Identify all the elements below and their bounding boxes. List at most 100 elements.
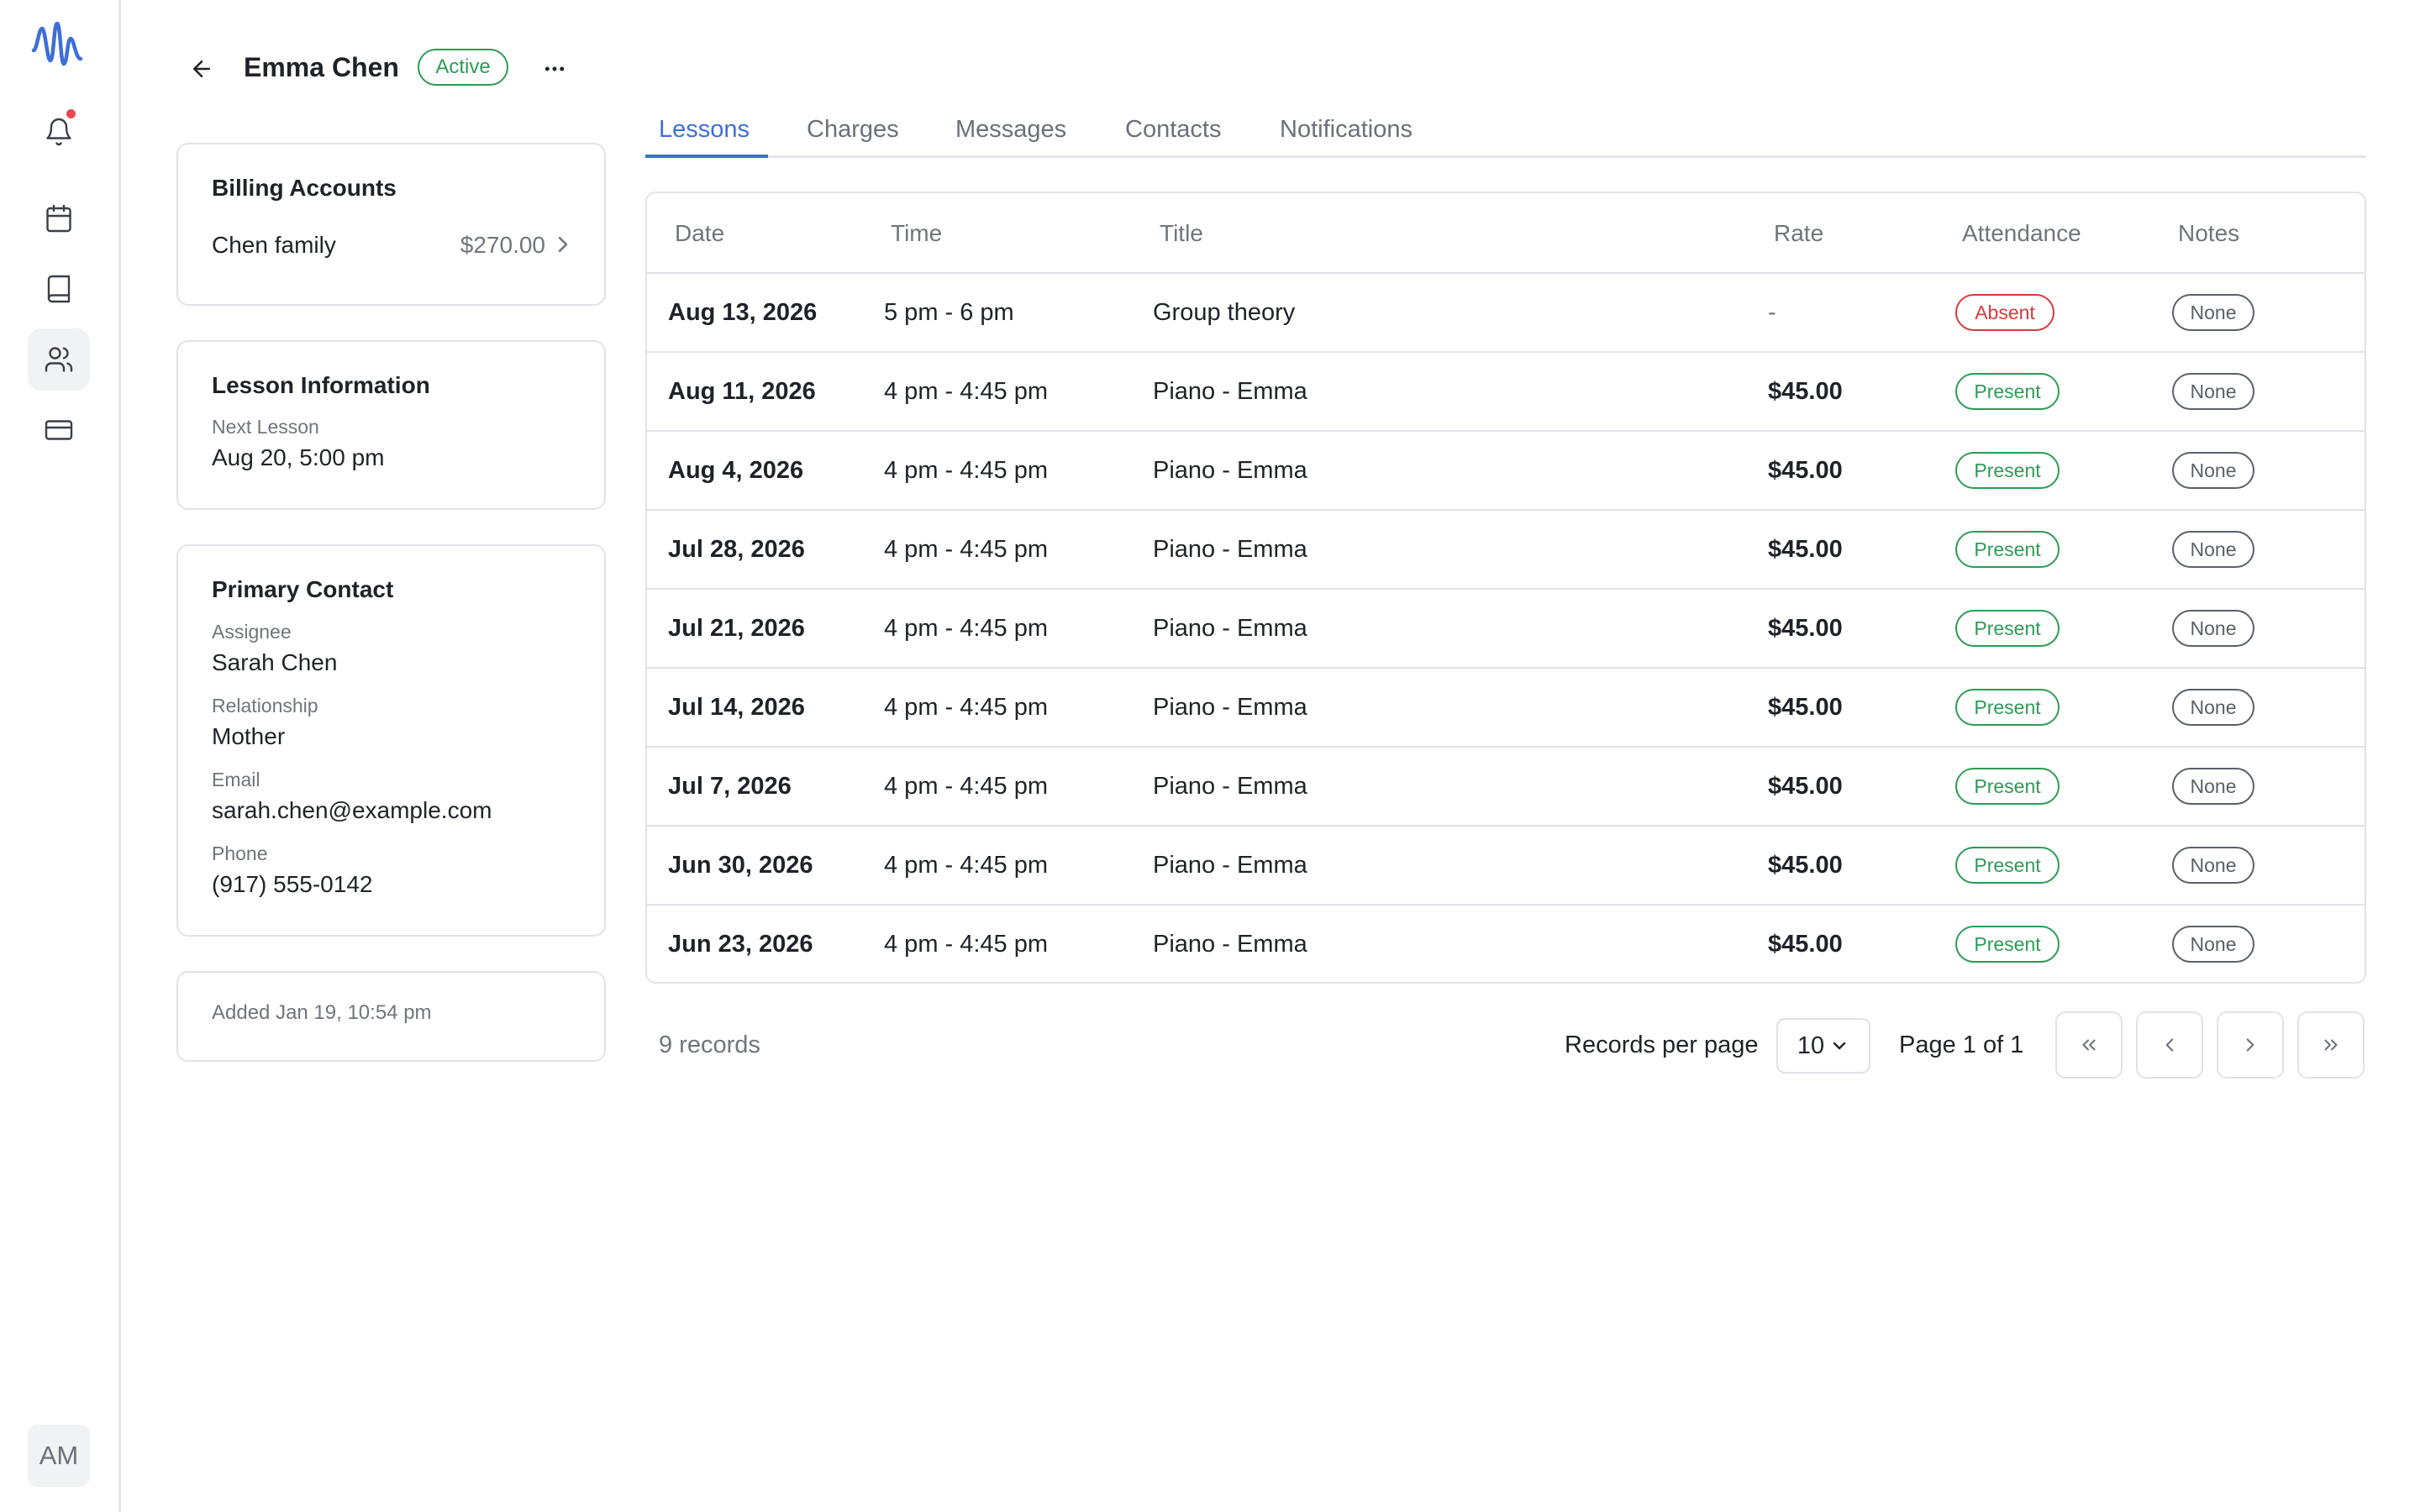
notes-badge[interactable]: None (2172, 610, 2254, 647)
attendance-badge[interactable]: Present (1955, 768, 2060, 805)
tab-lessons[interactable]: Lessons (659, 116, 750, 158)
cell-rate: $45.00 (1768, 931, 1843, 958)
cell-time: 4 pm - 4:45 pm (884, 773, 1049, 800)
chevrons-right-icon (2324, 1039, 2338, 1051)
next-page-button[interactable] (2217, 1011, 2284, 1079)
page-info: Page 1 of 1 (1899, 1032, 2024, 1058)
notes-badge[interactable]: None (2172, 689, 2254, 726)
tab-label: Notifications (1280, 116, 1413, 143)
chevron-right-icon (2246, 1038, 2254, 1052)
notes-badge[interactable]: None (2172, 926, 2254, 963)
table-row[interactable]: Jul 7, 2026 4 pm - 4:45 pm Piano - Emma $45… (647, 748, 2365, 827)
tab-label: Contacts (1125, 116, 1222, 143)
cell-title: Piano - Emma (1153, 457, 1307, 484)
billing-account-name: Chen family (212, 232, 336, 258)
table-row[interactable]: Jun 23, 2026 4 pm - 4:45 pm Piano - Emma $4… (647, 906, 2365, 982)
table-row[interactable]: Jun 30, 2026 4 pm - 4:45 pm Piano - Emma $4… (647, 827, 2365, 906)
notes-badge[interactable]: None (2172, 531, 2254, 568)
last-page-button[interactable] (2297, 1011, 2365, 1079)
billing-account-amount: $270.00 (460, 232, 545, 258)
column-header-attendance[interactable]: Attendance (1962, 220, 2081, 247)
cell-title: Piano - Emma (1153, 694, 1307, 721)
tab-contacts[interactable]: Contacts (1125, 116, 1221, 158)
added-timestamp: Added Jan 19, 10:54 pm (212, 1001, 432, 1024)
cell-date: Aug 11, 2026 (668, 378, 816, 405)
cell-date: Aug 13, 2026 (668, 299, 818, 326)
tab-charges[interactable]: Charges (807, 116, 899, 158)
cell-rate: - (1768, 299, 1776, 326)
cell-date: Jun 30, 2026 (668, 852, 813, 879)
first-page-button[interactable] (2055, 1011, 2123, 1079)
cell-time: 4 pm - 4:45 pm (884, 615, 1049, 642)
nav-lessons[interactable] (28, 258, 90, 320)
tab-messages[interactable]: Messages (955, 116, 1066, 158)
arrow-left-icon (193, 60, 210, 77)
cell-rate: $45.00 (1768, 378, 1843, 405)
app-logo[interactable] (29, 17, 89, 71)
column-header-date[interactable]: Date (675, 220, 724, 247)
more-options-button[interactable] (538, 52, 571, 86)
notification-badge (65, 108, 77, 120)
status-badge: Active (418, 49, 508, 86)
notes-badge[interactable]: None (2172, 847, 2254, 884)
records-per-page-select[interactable]: 10 (1776, 1018, 1870, 1074)
cell-time: 4 pm - 4:45 pm (884, 536, 1049, 563)
chevrons-left-icon (2082, 1039, 2096, 1051)
user-avatar[interactable]: AM (28, 1425, 90, 1487)
card-title: Billing Accounts (212, 175, 397, 201)
table-row[interactable]: Jul 14, 2026 4 pm - 4:45 pm Piano - Emma $4… (647, 669, 2365, 748)
assignee-value: Sarah Chen (212, 649, 338, 675)
email-value[interactable]: sarah.chen@example.com (212, 797, 492, 824)
tab-notifications[interactable]: Notifications (1280, 116, 1413, 158)
cell-time: 4 pm - 4:45 pm (884, 694, 1049, 721)
cell-rate: $45.00 (1768, 852, 1843, 879)
assignee-label: Assignee (212, 621, 292, 643)
cell-date: Jun 23, 2026 (668, 931, 813, 958)
tab-label: Charges (807, 116, 899, 143)
calendar-icon (46, 204, 71, 233)
column-header-notes[interactable]: Notes (2178, 220, 2239, 247)
cell-time: 4 pm - 4:45 pm (884, 852, 1049, 879)
nav-calendar[interactable] (28, 187, 90, 249)
cell-title: Piano - Emma (1153, 852, 1307, 879)
notes-badge[interactable]: None (2172, 768, 2254, 805)
attendance-badge[interactable]: Present (1955, 373, 2060, 410)
lesson-information-card: Lesson Information Next Lesson Aug 20, 5… (176, 340, 606, 510)
added-info-card: Added Jan 19, 10:54 pm (176, 971, 606, 1062)
nav-notifications[interactable] (28, 101, 90, 163)
active-tab-indicator (645, 155, 768, 158)
back-button[interactable] (185, 52, 218, 86)
cell-date: Jul 21, 2026 (668, 615, 805, 642)
table-row[interactable]: Aug 11, 2026 4 pm - 4:45 pm Piano - Emma $4… (647, 353, 2365, 432)
attendance-badge[interactable]: Present (1955, 452, 2060, 489)
card-title: Lesson Information (212, 372, 430, 398)
cell-title: Group theory (1153, 299, 1296, 326)
table-row[interactable]: Aug 4, 2026 4 pm - 4:45 pm Piano - Emma $45… (647, 432, 2365, 511)
attendance-badge[interactable]: Present (1955, 531, 2060, 568)
attendance-badge[interactable]: Absent (1955, 294, 2054, 331)
page-title: Emma Chen (244, 52, 399, 82)
notes-badge[interactable]: None (2172, 373, 2254, 410)
table-row[interactable]: Aug 13, 2026 5 pm - 6 pm Group theory - Abse… (647, 274, 2365, 353)
table-row[interactable]: Jul 28, 2026 4 pm - 4:45 pm Piano - Emma $4… (647, 511, 2365, 590)
attendance-badge[interactable]: Present (1955, 610, 2060, 647)
book-icon (47, 275, 71, 303)
nav-students[interactable] (28, 328, 90, 391)
card-title: Primary Contact (212, 576, 394, 602)
attendance-badge[interactable]: Present (1955, 847, 2060, 884)
cell-date: Jul 14, 2026 (668, 694, 805, 721)
nav-billing[interactable] (28, 399, 90, 461)
chevron-right-icon (558, 236, 568, 253)
attendance-badge[interactable]: Present (1955, 689, 2060, 726)
column-header-rate[interactable]: Rate (1774, 220, 1823, 247)
phone-value[interactable]: (917) 555-0142 (212, 871, 372, 898)
column-header-title[interactable]: Title (1160, 220, 1203, 247)
notes-badge[interactable]: None (2172, 452, 2254, 489)
sidebar-nav: AM (0, 0, 121, 1512)
attendance-badge[interactable]: Present (1955, 926, 2060, 963)
cell-rate: $45.00 (1768, 457, 1843, 484)
column-header-time[interactable]: Time (891, 220, 942, 247)
table-row[interactable]: Jul 21, 2026 4 pm - 4:45 pm Piano - Emma $4… (647, 590, 2365, 669)
previous-page-button[interactable] (2136, 1011, 2203, 1079)
notes-badge[interactable]: None (2172, 294, 2254, 331)
